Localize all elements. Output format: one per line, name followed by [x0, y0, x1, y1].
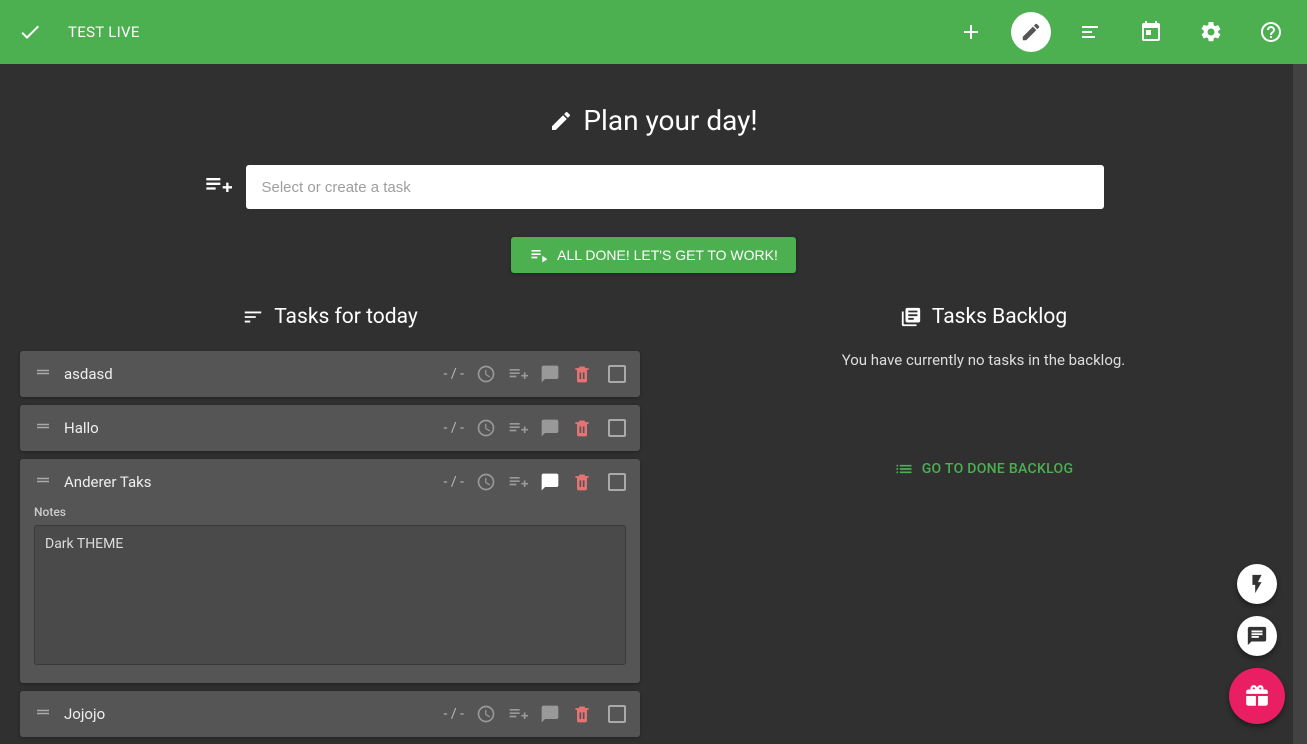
- calendar-button[interactable]: [1131, 12, 1171, 52]
- task-card: Jojojo - / -: [20, 691, 640, 737]
- drag-handle-icon[interactable]: [34, 417, 52, 439]
- drag-handle-icon[interactable]: [34, 363, 52, 385]
- app-title: TEST LIVE: [68, 23, 140, 41]
- delete-icon[interactable]: [572, 364, 592, 384]
- list-icon: [894, 459, 914, 479]
- add-subtask-icon[interactable]: [508, 472, 528, 492]
- chat-icon: [1246, 625, 1268, 647]
- today-section-header: Tasks for today: [20, 305, 640, 329]
- backlog-section-header: Tasks Backlog: [680, 305, 1287, 329]
- task-card: Anderer Taks - / - Notes: [20, 459, 640, 683]
- delete-icon[interactable]: [572, 704, 592, 724]
- delete-icon[interactable]: [572, 472, 592, 492]
- app-header: TEST LIVE: [0, 0, 1307, 64]
- clock-icon[interactable]: [476, 472, 496, 492]
- today-task-list: asdasd - / - Hallo: [20, 351, 640, 737]
- clock-icon[interactable]: [476, 704, 496, 724]
- list-button[interactable]: [1071, 12, 1111, 52]
- fab-gift[interactable]: [1229, 668, 1285, 724]
- task-title[interactable]: Jojojo: [64, 705, 432, 723]
- notes-icon[interactable]: [540, 364, 560, 384]
- all-done-button[interactable]: ALL DONE! LET'S GET TO WORK!: [511, 237, 796, 273]
- task-title[interactable]: Anderer Taks: [64, 473, 432, 491]
- task-checkbox[interactable]: [608, 419, 626, 437]
- main-content: Plan your day! ALL DONE! LET'S GET TO WO…: [0, 64, 1307, 744]
- clock-icon[interactable]: [476, 364, 496, 384]
- sort-icon: [242, 306, 264, 328]
- task-duration: - / -: [444, 474, 464, 490]
- drag-handle-icon[interactable]: [34, 703, 52, 725]
- settings-button[interactable]: [1191, 12, 1231, 52]
- task-checkbox[interactable]: [608, 473, 626, 491]
- task-checkbox[interactable]: [608, 705, 626, 723]
- clock-icon[interactable]: [476, 418, 496, 438]
- task-duration: - / -: [444, 366, 464, 382]
- go-done-backlog-link[interactable]: GO TO DONE BACKLOG: [680, 459, 1287, 479]
- notes-icon[interactable]: [540, 472, 560, 492]
- gift-icon: [1244, 683, 1270, 709]
- add-subtask-icon[interactable]: [508, 418, 528, 438]
- task-input[interactable]: [246, 165, 1104, 209]
- library-books-icon: [900, 306, 922, 328]
- drag-handle-icon[interactable]: [34, 471, 52, 493]
- help-button[interactable]: [1251, 12, 1291, 52]
- delete-icon[interactable]: [572, 418, 592, 438]
- notes-icon[interactable]: [540, 418, 560, 438]
- task-card: Hallo - / -: [20, 405, 640, 451]
- page-title: Plan your day!: [0, 104, 1307, 137]
- task-duration: - / -: [444, 706, 464, 722]
- playlist-play-icon: [529, 245, 549, 265]
- fab-lightning[interactable]: [1237, 564, 1277, 604]
- notes-icon[interactable]: [540, 704, 560, 724]
- notes-label: Notes: [34, 505, 626, 519]
- notes-textarea[interactable]: [34, 525, 626, 665]
- add-subtask-icon[interactable]: [508, 364, 528, 384]
- fab-feedback[interactable]: [1237, 616, 1277, 656]
- task-title[interactable]: asdasd: [64, 365, 432, 383]
- task-duration: - / -: [444, 420, 464, 436]
- app-logo-check-icon: [16, 18, 44, 46]
- task-card: asdasd - / -: [20, 351, 640, 397]
- add-task-button[interactable]: [951, 12, 991, 52]
- lightning-icon: [1246, 573, 1268, 595]
- scrollbar[interactable]: [1293, 64, 1307, 744]
- add-subtask-icon[interactable]: [508, 704, 528, 724]
- plan-mode-button[interactable]: [1011, 12, 1051, 52]
- task-checkbox[interactable]: [608, 365, 626, 383]
- task-title[interactable]: Hallo: [64, 419, 432, 437]
- playlist-add-icon: [204, 171, 232, 203]
- edit-icon: [549, 109, 573, 133]
- backlog-empty-text: You have currently no tasks in the backl…: [680, 351, 1287, 369]
